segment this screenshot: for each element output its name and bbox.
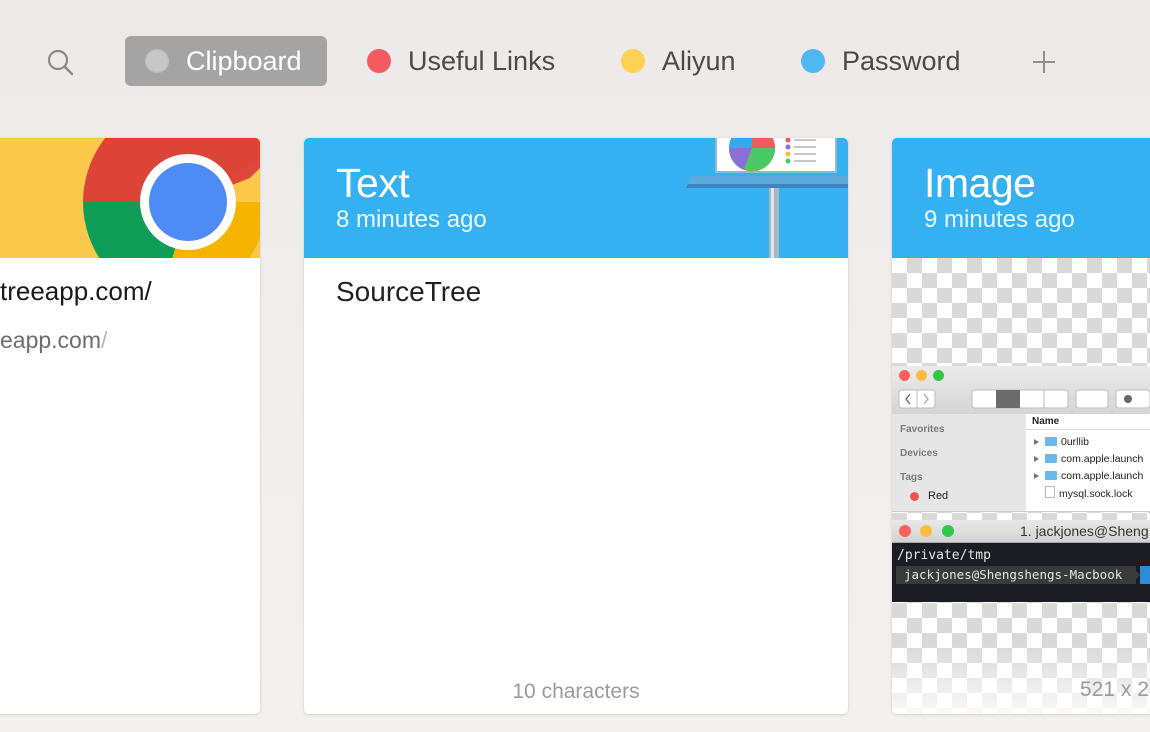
card-timestamp: 9 minutes ago — [924, 206, 1075, 233]
add-list-button[interactable] — [1028, 46, 1060, 78]
finder-row: 0urllib — [1034, 436, 1089, 448]
tab-label: Aliyun — [662, 45, 736, 76]
search-button[interactable] — [44, 46, 78, 80]
finder-tags-label: Tags — [900, 472, 923, 483]
card-title: Text — [336, 160, 410, 206]
tab-aliyun[interactable]: Aliyun — [621, 36, 736, 86]
finder-toolbar-icon — [898, 389, 1150, 409]
tab-label: Clipboard — [186, 45, 302, 76]
finder-devices-label: Devices — [900, 448, 938, 459]
clip-text-content: SourceTree — [336, 276, 482, 307]
finder-row: mysql.sock.lock — [1034, 486, 1133, 500]
terminal-prompt-bar: jackjones@Shengshengs-Macbook — [896, 566, 1136, 584]
card-title: Image — [924, 160, 1036, 206]
tab-useful-links[interactable]: Useful Links — [367, 36, 555, 86]
search-icon — [47, 49, 74, 76]
terminal-path: /private/tmp — [897, 548, 991, 563]
disclosure-icon — [1034, 439, 1039, 445]
finder-favorites-label: Favorites — [900, 424, 945, 435]
aliyun-color-dot — [621, 49, 645, 73]
card-header — [0, 138, 260, 258]
image-finder-window: Favorites Devices Tags Red Name 0urllib … — [892, 366, 1150, 512]
clip-card-image[interactable]: Image 9 minutes ago Favorites Devices Ta… — [892, 138, 1150, 714]
character-count: 10 characters — [512, 680, 640, 703]
card-header: Image 9 minutes ago — [892, 138, 1150, 258]
chrome-icon — [0, 138, 260, 258]
password-color-dot — [801, 49, 825, 73]
tab-label: Password — [842, 45, 961, 76]
card-header: Text 8 minutes ago — [304, 138, 848, 258]
clip-card-link[interactable]: treeapp.com/ eapp.com/ — [0, 138, 260, 714]
tab-password[interactable]: Password — [801, 36, 961, 86]
card-timestamp: 8 minutes ago — [336, 206, 487, 233]
finder-column-name: Name — [1026, 414, 1150, 430]
zoom-icon — [942, 525, 954, 537]
file-icon — [1045, 486, 1055, 498]
clipboard-color-dot — [145, 49, 169, 73]
finder-row-label: 0urllib — [1061, 436, 1090, 448]
image-terminal-window: 1. jackjones@Sheng /private/tmp jackjone… — [892, 520, 1150, 602]
finder-row: com.apple.launch — [1034, 453, 1143, 465]
finder-row-label: com.apple.launch — [1061, 470, 1144, 482]
finder-sidebar: Favorites Devices Tags Red — [892, 414, 1027, 511]
link-url-slash: / — [101, 327, 108, 353]
folder-icon — [1045, 471, 1057, 480]
prompt-segment — [1140, 566, 1150, 584]
terminal-titlebar: 1. jackjones@Sheng — [892, 520, 1150, 543]
finder-row: com.apple.launch — [1034, 470, 1143, 482]
disclosure-icon — [1034, 456, 1039, 462]
terminal-prompt: jackjones@Shengshengs-Macbook — [904, 567, 1123, 582]
close-icon — [899, 525, 911, 537]
link-title: treeapp.com/ — [0, 276, 152, 306]
toolbar: Clipboard Useful Links Aliyun Password — [0, 0, 1150, 120]
useful-links-color-dot — [367, 49, 391, 73]
finder-row-label: mysql.sock.lock — [1059, 488, 1133, 500]
finder-row-label: com.apple.launch — [1061, 453, 1144, 465]
link-url-text: eapp.com — [0, 327, 102, 353]
prompt-arrow-icon — [1132, 566, 1140, 584]
clip-card-text[interactable]: Text 8 minutes ago SourceTree 10 charact… — [304, 138, 848, 714]
finder-tag-red: Red — [928, 490, 949, 502]
link-url: eapp.com/ — [0, 327, 107, 354]
finder-titlebar — [892, 366, 1150, 415]
terminal-title: 1. jackjones@Sheng — [1020, 523, 1149, 539]
tab-clipboard[interactable]: Clipboard — [125, 36, 327, 86]
plus-icon — [1033, 51, 1055, 73]
tab-label: Useful Links — [408, 45, 556, 76]
disclosure-icon — [1034, 473, 1039, 479]
red-tag-dot — [910, 492, 919, 501]
folder-icon — [1045, 437, 1057, 446]
minimize-icon — [920, 525, 932, 537]
folder-icon — [1045, 454, 1057, 463]
image-dimensions: 521 x 2 — [1080, 678, 1149, 701]
finder-file-list: Name 0urllib com.apple.launch com.apple.… — [1026, 414, 1150, 511]
